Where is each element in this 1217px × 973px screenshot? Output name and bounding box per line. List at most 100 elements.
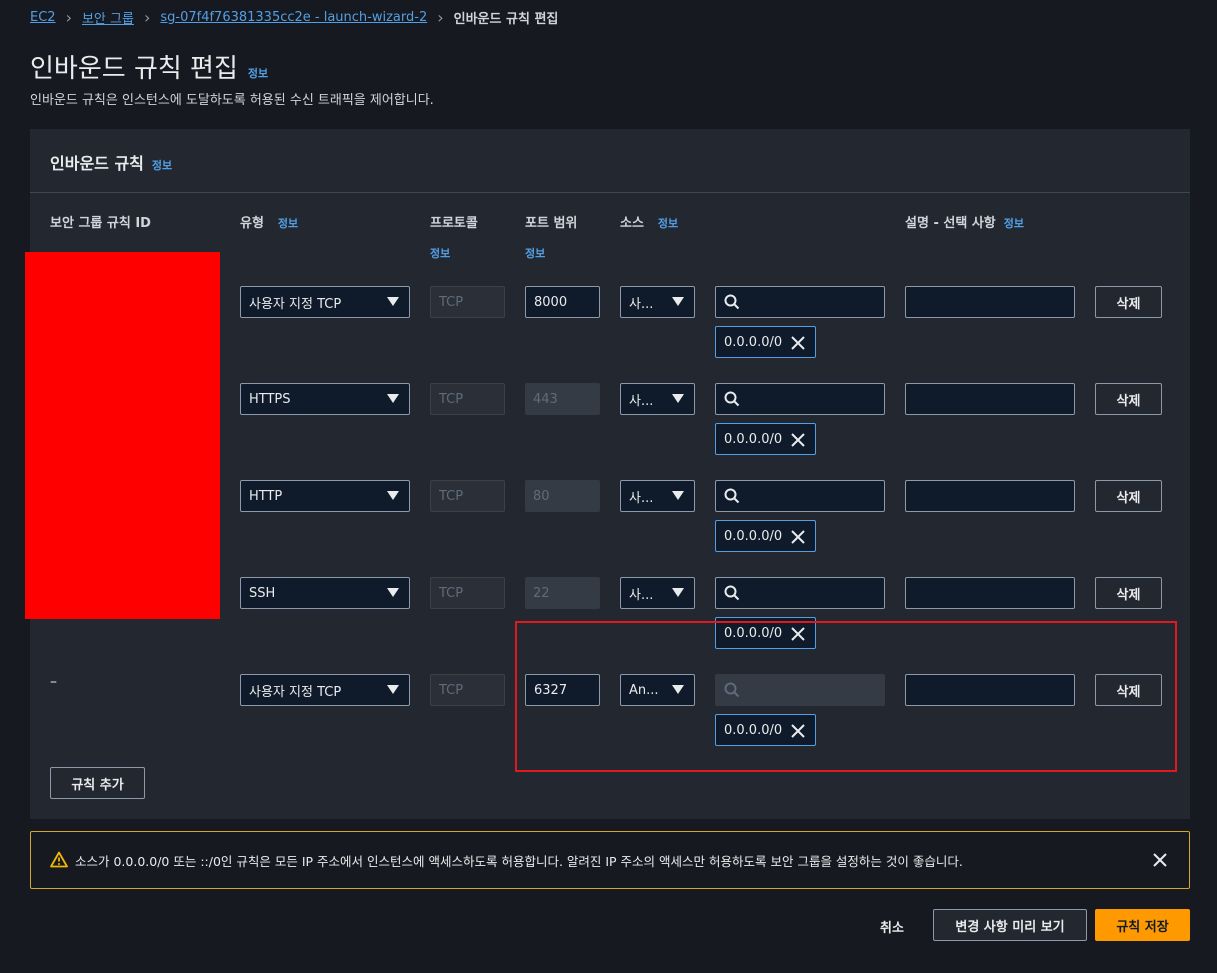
source-search-input[interactable] [715,480,885,512]
search-icon [724,391,740,407]
chevron-right-icon: › [65,7,72,27]
caret-down-icon [387,297,399,306]
search-icon [724,585,740,601]
protocol-field: TCP [430,480,505,512]
warning-text: 소스가 0.0.0.0/0 또는 ::/0인 규칙은 모든 IP 주소에서 인스… [75,854,963,869]
breadcrumb-security-group-link[interactable]: sg-07f4f76381335cc2e - launch-wizard-2 [160,10,427,25]
type-info-link[interactable]: 정보 [278,215,298,231]
type-select-value: HTTPS [249,391,291,407]
caret-down-icon [387,394,399,403]
column-header-protocol: 프로토콜 [430,216,478,231]
description-info-link[interactable]: 정보 [1004,215,1024,231]
preview-changes-button[interactable]: 변경 사항 미리 보기 [933,909,1087,941]
close-icon[interactable] [791,530,805,544]
source-search-input[interactable] [715,286,885,318]
delete-button[interactable]: 삭제 [1095,286,1162,318]
source-search-input[interactable] [715,577,885,609]
protocol-field: TCP [430,577,505,609]
page-info-link[interactable]: 정보 [248,65,268,81]
column-header-rule-id: 보안 그룹 규칙 ID [50,212,151,231]
type-select-value: 사용자 지정 TCP [249,296,342,312]
breadcrumb-ec2-link[interactable]: EC2 [30,10,56,25]
protocol-field: TCP [430,286,505,318]
column-header-description: 설명 - 선택 사항 정보 [905,212,1024,231]
caret-down-icon [672,588,684,597]
warning-icon [50,851,68,868]
type-select-value: HTTP [249,488,283,504]
source-type-select[interactable]: 사... [620,286,695,318]
port-info-link[interactable]: 정보 [525,245,545,261]
save-rules-button[interactable]: 규칙 저장 [1095,909,1190,941]
chevron-right-icon: › [437,7,444,27]
cidr-token-label: 0.0.0.0/0 [724,431,783,447]
source-type-select[interactable]: 사... [620,577,695,609]
description-input[interactable] [905,383,1075,415]
port-range-field: 22 [525,577,600,609]
cidr-token: 0.0.0.0/0 [715,326,816,358]
caret-down-icon [387,685,399,694]
column-header-source: 소스 정보 [620,212,678,231]
source-select-value: 사... [629,393,654,409]
add-rule-button[interactable]: 규칙 추가 [50,767,145,799]
cidr-token: 0.0.0.0/0 [715,423,816,455]
breadcrumb-security-groups-link[interactable]: 보안 그룹 [82,8,134,27]
delete-button[interactable]: 삭제 [1095,480,1162,512]
column-header-port-range: 포트 범위 [525,216,578,231]
source-type-select[interactable]: 사... [620,383,695,415]
description-input[interactable] [905,577,1075,609]
protocol-field: TCP [430,383,505,415]
panel-title: 인바운드 규칙 정보 [50,150,172,174]
delete-button[interactable]: 삭제 [1095,383,1162,415]
page-title: 인바운드 규칙 편집 정보 [30,48,268,85]
type-select[interactable]: 사용자 지정 TCP [240,286,410,318]
source-type-select[interactable]: 사... [620,480,695,512]
caret-down-icon [672,297,684,306]
breadcrumb-current: 인바운드 규칙 편집 [453,11,559,27]
rule-id-value: – [50,674,57,690]
chevron-right-icon: › [143,7,151,27]
type-select[interactable]: HTTPS [240,383,410,415]
redacted-rule-ids [25,252,220,619]
caret-down-icon [387,588,399,597]
source-info-link[interactable]: 정보 [658,215,678,231]
cancel-button[interactable]: 취소 [880,917,904,936]
panel-info-link[interactable]: 정보 [152,157,172,173]
column-header-type-label: 유형 [240,216,264,231]
type-select[interactable]: SSH [240,577,410,609]
column-header-rule-id-label: 보안 그룹 규칙 ID [50,216,151,231]
source-search-input[interactable] [715,383,885,415]
panel-header [30,129,1190,193]
column-header-type: 유형 정보 [240,212,298,231]
port-range-field: 80 [525,480,600,512]
delete-button[interactable]: 삭제 [1095,577,1162,609]
caret-down-icon [672,491,684,500]
close-icon[interactable] [791,433,805,447]
close-icon[interactable] [1153,853,1167,867]
close-icon[interactable] [791,336,805,350]
type-select-value: SSH [249,585,276,601]
cidr-token: 0.0.0.0/0 [715,520,816,552]
source-select-value: 사... [629,296,654,312]
source-select-value: 사... [629,490,654,506]
port-range-input[interactable]: 8000 [525,286,600,318]
search-icon [724,488,740,504]
port-range-field: 443 [525,383,600,415]
type-select[interactable]: HTTP [240,480,410,512]
description-input[interactable] [905,286,1075,318]
type-select[interactable]: 사용자 지정 TCP [240,674,410,706]
column-header-description-label: 설명 - 선택 사항 [905,216,996,231]
caret-down-icon [387,491,399,500]
cidr-token-label: 0.0.0.0/0 [724,528,783,544]
cidr-token-label: 0.0.0.0/0 [724,334,783,350]
type-select-value: 사용자 지정 TCP [249,684,342,700]
search-icon [724,294,740,310]
protocol-field: TCP [430,674,505,706]
description-input[interactable] [905,480,1075,512]
caret-down-icon [672,394,684,403]
source-select-value: 사... [629,587,654,603]
panel-title-text: 인바운드 규칙 [50,154,144,173]
breadcrumb: EC2 › 보안 그룹 › sg-07f4f76381335cc2e - lau… [30,6,558,28]
column-header-source-label: 소스 [620,216,644,231]
protocol-info-link[interactable]: 정보 [430,245,450,261]
highlight-box [515,621,1177,772]
